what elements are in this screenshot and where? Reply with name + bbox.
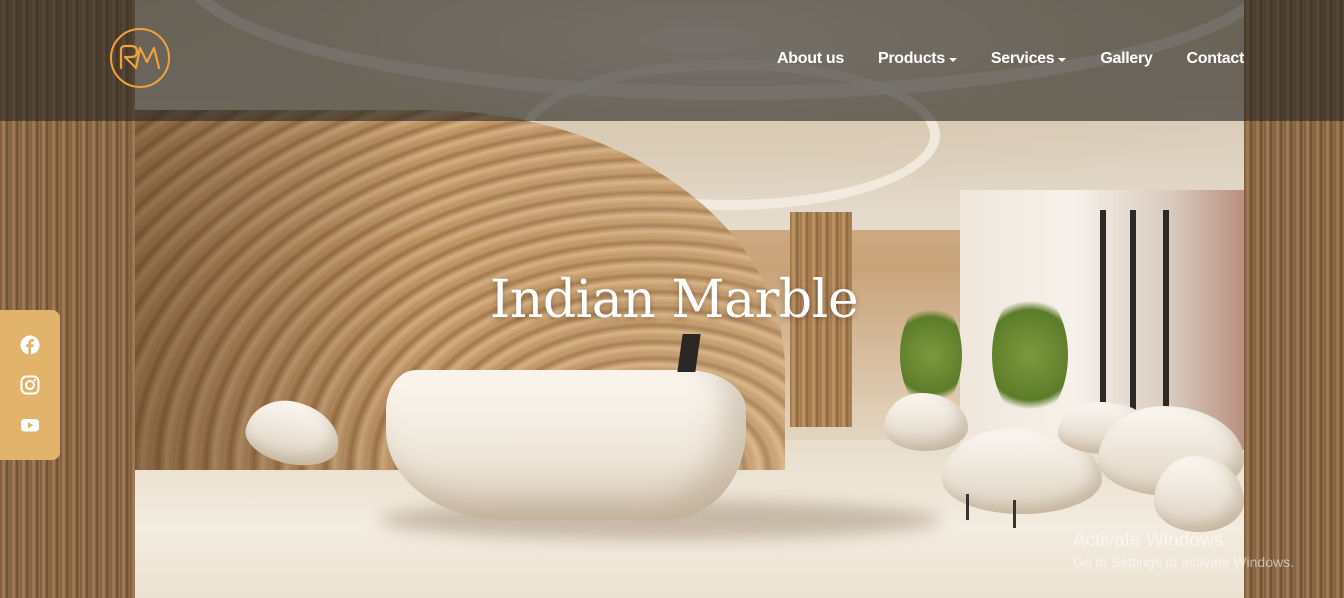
reception-desk [386,370,746,520]
youtube-link[interactable] [20,415,40,435]
nav-label: Contact [1186,50,1245,67]
nav-products-dropdown[interactable]: Products [878,50,957,68]
youtube-icon [21,419,39,432]
facebook-icon [20,335,40,355]
instagram-link[interactable] [20,375,40,395]
top-nav-bar: About us Products Services Gallery Conta… [0,0,1344,121]
main-nav: About us Products Services Gallery Conta… [777,50,1244,68]
caret-down-icon [1058,57,1067,62]
facebook-link[interactable] [20,335,40,355]
nav-services-dropdown[interactable]: Services [990,50,1067,68]
watermark-title: Activate Windows [1073,530,1223,551]
nav-gallery[interactable]: Gallery [1100,50,1152,68]
chair-leg [1013,500,1016,528]
nav-label: Products [877,50,945,67]
social-sidebar [0,310,60,460]
watermark-subtitle: Go to Settings to activate Windows. [1073,554,1294,570]
nav-label: About us [777,50,844,67]
nav-label: Services [990,50,1055,67]
caret-down-icon [948,57,957,62]
nav-about-us[interactable]: About us [777,50,844,68]
instagram-icon [20,375,40,395]
windows-activation-watermark: Activate Windows Go to Settings to activ… [1073,530,1294,570]
rm-logo-icon [119,44,161,70]
nav-contact[interactable]: Contact [1186,50,1245,68]
hero-title: Indian Marble [489,270,859,330]
brand-logo[interactable] [110,28,170,88]
nav-label: Gallery [1100,50,1153,67]
lounge-chair [884,393,968,451]
chair-leg [966,494,969,520]
